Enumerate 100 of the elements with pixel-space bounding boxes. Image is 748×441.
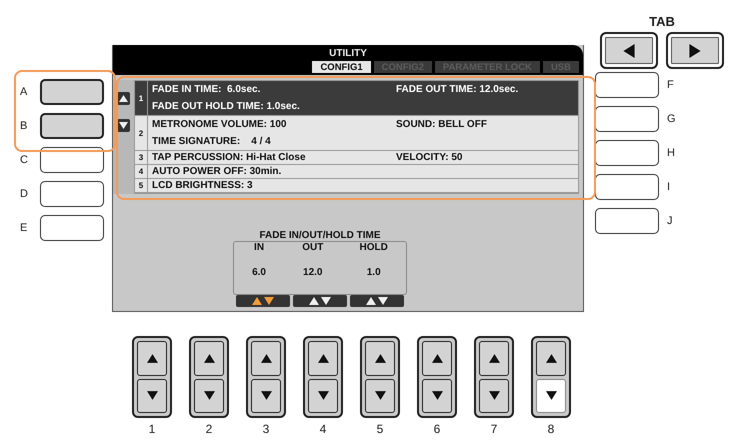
down-button[interactable] <box>536 378 566 413</box>
tab-right-button[interactable] <box>666 32 724 69</box>
up-arrow-icon <box>260 352 272 364</box>
row-number: 1 <box>135 81 148 115</box>
up-arrow-icon <box>146 352 158 364</box>
up-button[interactable] <box>194 341 224 376</box>
down-button[interactable] <box>251 378 281 413</box>
down-arrow-icon <box>374 390 386 402</box>
value-text: 1.0 <box>366 267 381 278</box>
down-arrow-icon <box>204 390 214 402</box>
down-button[interactable] <box>194 378 224 413</box>
setting-text: FADE OUT TIME: 12.0sec. <box>395 84 518 95</box>
tab-label: TAB <box>649 14 675 29</box>
up-down-arrows-icon <box>252 297 274 305</box>
panel-button[interactable] <box>595 174 659 200</box>
up-button[interactable] <box>536 341 566 376</box>
setting-text: TAP PERCUSSION: Hi-Hat Close <box>151 152 307 163</box>
button-number: 5 <box>376 422 384 436</box>
down-button[interactable] <box>422 378 452 413</box>
panel-button[interactable] <box>40 147 104 173</box>
button-number: 4 <box>320 422 326 436</box>
button-label: B <box>20 120 28 132</box>
up-down-control[interactable] <box>293 295 347 307</box>
up-arrow-icon <box>374 352 386 364</box>
button-label: F <box>667 79 675 91</box>
up-down-arrows-icon <box>309 297 331 305</box>
panel-button[interactable] <box>595 208 659 234</box>
list-row[interactable]: 5 LCD BRIGHTNESS: 3 <box>135 179 578 193</box>
setting-text: TIME SIGNATURE: 4 / 4 <box>151 136 271 147</box>
button-label: G <box>667 113 677 125</box>
tab-left-button[interactable] <box>600 32 658 69</box>
up-arrow-icon <box>204 352 214 364</box>
button-label: I <box>667 181 672 193</box>
list-row[interactable]: 1 FADE IN TIME: 6.0sec. FADE OUT TIME: 12.0sec. FADE OUT HOLD TIME: 1.0sec. <box>135 81 578 116</box>
column-label: OUT <box>302 242 324 253</box>
column-label: IN <box>254 242 264 253</box>
down-button[interactable] <box>479 378 509 413</box>
row-number: 2 <box>135 116 148 150</box>
up-button[interactable] <box>365 341 395 376</box>
panel-button[interactable] <box>40 215 104 241</box>
up-button[interactable] <box>137 341 167 376</box>
up-arrow-icon <box>546 352 556 364</box>
button-number: 6 <box>434 422 440 436</box>
panel-button[interactable] <box>595 140 659 166</box>
up-button[interactable] <box>251 341 281 376</box>
list-row[interactable]: 2 METRONOME VOLUME: 100 SOUND: BELL OFF TIME SIGNATURE: 4 / 4 <box>135 116 578 151</box>
list-row[interactable]: 3 TAP PERCUSSION: Hi-Hat Close VELOCITY: 50 <box>135 151 578 165</box>
button-label: J <box>667 215 674 227</box>
panel-button[interactable] <box>595 106 659 132</box>
button-label: C <box>20 154 29 166</box>
button-number: 8 <box>548 422 554 436</box>
panel-button[interactable] <box>40 113 104 139</box>
panel-title: FADE IN/OUT/HOLD TIME <box>259 230 381 241</box>
setting-text: FADE IN TIME: 6.0sec. <box>151 84 262 95</box>
setting-text: VELOCITY: 50 <box>395 152 462 163</box>
setting-text: LCD BRIGHTNESS: 3 <box>151 180 253 191</box>
scroll-down-icon[interactable] <box>117 119 130 132</box>
up-arrow-icon <box>432 352 442 364</box>
setting-text: METRONOME VOLUME: 100 <box>151 119 288 130</box>
button-label: E <box>20 222 28 234</box>
down-arrow-icon <box>432 390 442 402</box>
button-number: 2 <box>206 422 212 436</box>
value-text: 12.0 <box>303 267 322 278</box>
button-label: D <box>20 188 29 200</box>
left-arrow-icon <box>622 44 636 58</box>
button-number: 3 <box>262 422 270 436</box>
button-number: 7 <box>490 422 498 436</box>
screen-title: UTILITY <box>329 48 367 59</box>
tab[interactable]: CONFIG1 <box>312 61 371 73</box>
panel-button[interactable] <box>40 79 104 105</box>
down-arrow-icon <box>546 390 556 402</box>
list-row[interactable]: 4 AUTO POWER OFF: 30min. <box>135 165 578 179</box>
down-button[interactable] <box>308 378 338 413</box>
panel-button[interactable] <box>595 72 659 98</box>
down-arrow-icon <box>146 390 158 402</box>
panel-button[interactable] <box>40 181 104 207</box>
down-button[interactable] <box>137 378 167 413</box>
up-arrow-icon <box>488 352 500 364</box>
down-button[interactable] <box>365 378 395 413</box>
right-arrow-icon <box>688 44 702 58</box>
up-down-control[interactable] <box>236 295 290 307</box>
up-button[interactable] <box>422 341 452 376</box>
button-number: 1 <box>148 422 156 436</box>
setting-text: FADE OUT HOLD TIME: 1.0sec. <box>151 101 300 112</box>
scroll-up-icon[interactable] <box>117 92 130 105</box>
up-button[interactable] <box>479 341 509 376</box>
row-number: 5 <box>135 179 148 192</box>
up-down-control[interactable] <box>350 295 404 307</box>
button-label: A <box>20 86 28 98</box>
row-number: 4 <box>135 165 148 178</box>
setting-text: AUTO POWER OFF: 30min. <box>151 166 282 177</box>
row-number: 3 <box>135 151 148 164</box>
down-arrow-icon <box>488 390 500 402</box>
up-down-arrows-icon <box>366 297 388 305</box>
down-arrow-icon <box>318 390 328 402</box>
up-button[interactable] <box>308 341 338 376</box>
up-arrow-icon <box>318 352 328 364</box>
column-label: HOLD <box>360 242 388 253</box>
value-text: 6.0 <box>252 267 266 278</box>
down-arrow-icon <box>260 390 272 402</box>
